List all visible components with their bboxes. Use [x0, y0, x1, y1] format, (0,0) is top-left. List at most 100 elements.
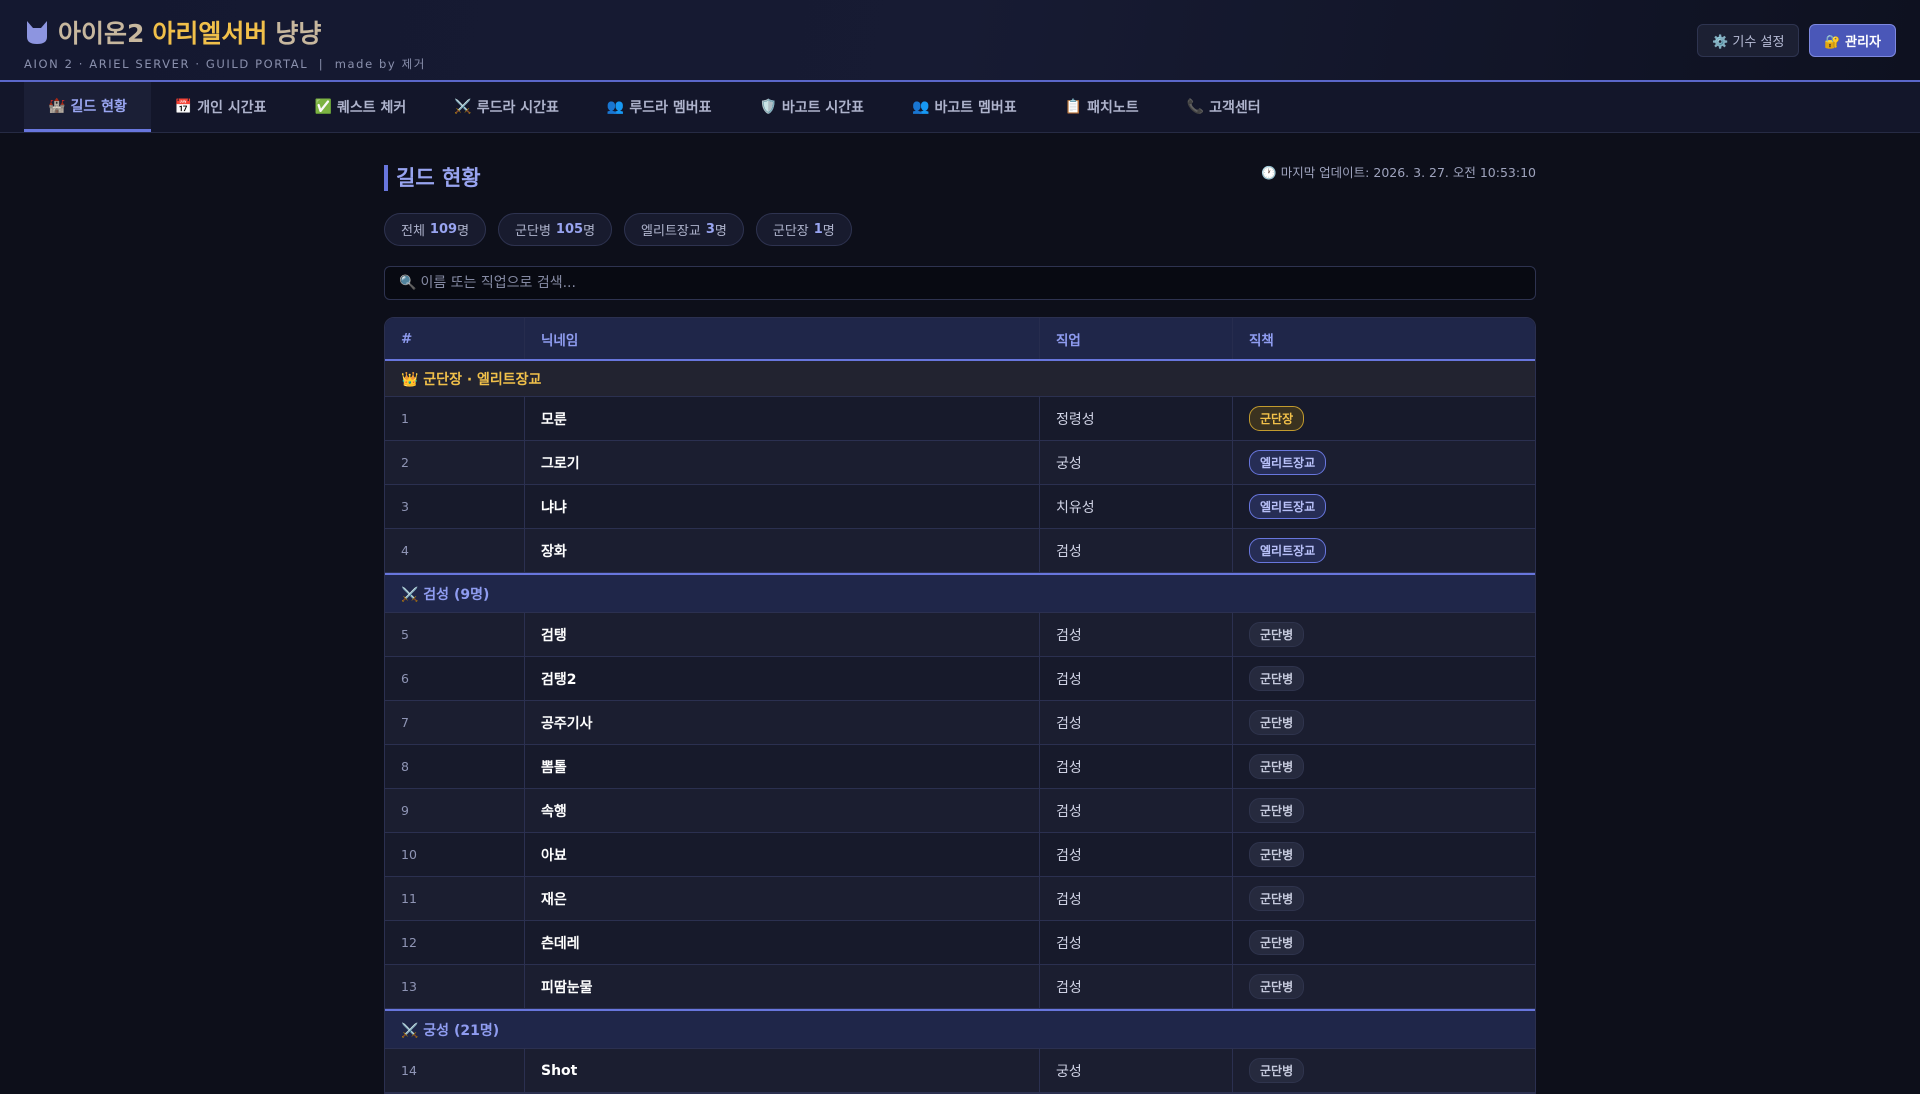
member-role-cell: 군단병	[1233, 657, 1535, 700]
group-header: ⚔️ 검성 (9명)	[385, 573, 1535, 613]
stat-unit: 명	[583, 224, 596, 239]
table-row[interactable]: 13 피땀눈물 검성 군단병	[385, 965, 1535, 1009]
table-row[interactable]: 4 장화 검성 엘리트장교	[385, 529, 1535, 573]
col-class[interactable]: 직업	[1040, 318, 1233, 359]
tab-label: 루드라 멤버표	[629, 100, 712, 116]
table-row[interactable]: 1 모룬 정령성 군단장	[385, 397, 1535, 441]
app-title: 아이온2 아리엘서버 냥냥	[24, 14, 426, 50]
table-row[interactable]: 10 아뵤 검성 군단병	[385, 833, 1535, 877]
member-name: Shot	[525, 1049, 1040, 1092]
row-number: 14	[385, 1049, 525, 1092]
nav-icon: 👥	[606, 99, 625, 115]
role-badge: 군단병	[1249, 1058, 1305, 1083]
table-row[interactable]: 7 공주기사 검성 군단병	[385, 701, 1535, 745]
table-row[interactable]: 5 검탱 검성 군단병	[385, 613, 1535, 657]
member-role-cell: 군단병	[1233, 613, 1535, 656]
stat-pill[interactable]: 전체 109 명	[384, 213, 487, 246]
tab-8[interactable]: 📞 고객센터	[1163, 82, 1285, 132]
row-number: 7	[385, 701, 525, 744]
tab-5[interactable]: 🛡️ 바고트 시간표	[735, 82, 888, 132]
tab-0[interactable]: 🏰 길드 현황	[24, 82, 151, 132]
stat-unit: 명	[457, 224, 470, 239]
table-row[interactable]: 11 재은 검성 군단병	[385, 877, 1535, 921]
nav-icon: 📅	[174, 99, 193, 115]
tab-2[interactable]: ✅ 퀘스트 체커	[291, 82, 431, 132]
row-number: 11	[385, 877, 525, 920]
tab-label: 바고트 멤버표	[934, 100, 1017, 116]
role-badge: 엘리트장교	[1249, 450, 1327, 475]
main-nav: 🏰 길드 현황 📅 개인 시간표 ✅ 퀘스트 체커 ⚔️ 루드라 시간표 👥 루드라 멤버표 🛡️ 바…	[0, 82, 1920, 133]
table-header: # 닉네임 직업 직책	[385, 318, 1535, 361]
tab-3[interactable]: ⚔️ 루드라 시간표	[430, 82, 583, 132]
search-box[interactable]: 🔍	[384, 266, 1536, 300]
page-title: 길드 현황	[384, 165, 481, 191]
stat-pill[interactable]: 군단병 105 명	[498, 213, 613, 246]
tab-7[interactable]: 📋 패치노트	[1041, 82, 1163, 132]
tab-4[interactable]: 👥 루드라 멤버표	[583, 82, 736, 132]
member-class: 궁성	[1040, 441, 1233, 484]
row-number: 9	[385, 789, 525, 832]
member-name: 재은	[525, 877, 1040, 920]
admin-button[interactable]: 🔐 관리자	[1809, 24, 1896, 57]
nav-icon: 📋	[1064, 99, 1083, 115]
table-row[interactable]: 12 츤데레 검성 군단병	[385, 921, 1535, 965]
member-name: 검탱	[525, 613, 1040, 656]
member-class: 검성	[1040, 529, 1233, 572]
member-name: 속행	[525, 789, 1040, 832]
table-row[interactable]: 3 냐냐 치유성 엘리트장교	[385, 485, 1535, 529]
member-name: 공주기사	[525, 701, 1040, 744]
settings-button[interactable]: ⚙️ 기수 설정	[1697, 24, 1800, 57]
role-badge: 군단병	[1249, 622, 1305, 647]
row-number: 4	[385, 529, 525, 572]
search-icon: 🔍	[399, 275, 417, 291]
member-table: # 닉네임 직업 직책 👑 군단장 · 엘리트장교 1 모룬 정령성 군단장 2 그로기 궁성…	[384, 317, 1536, 1094]
stat-pill[interactable]: 군단장 1 명	[755, 213, 852, 246]
role-badge: 엘리트장교	[1249, 494, 1327, 519]
table-row[interactable]: 9 속행 검성 군단병	[385, 789, 1535, 833]
group-header: ⚔️ 궁성 (21명)	[385, 1009, 1535, 1049]
col-role[interactable]: 직책	[1233, 318, 1535, 359]
col-number[interactable]: #	[385, 318, 525, 359]
member-role-cell: 군단병	[1233, 1049, 1535, 1092]
tab-6[interactable]: 👥 바고트 멤버표	[888, 82, 1041, 132]
nav-icon: 📞	[1186, 99, 1205, 115]
search-input[interactable]	[420, 275, 1535, 291]
role-badge: 군단병	[1249, 886, 1305, 911]
member-role-cell: 군단병	[1233, 701, 1535, 744]
member-role-cell: 군단병	[1233, 965, 1535, 1008]
table-row[interactable]: 6 검탱2 검성 군단병	[385, 657, 1535, 701]
tab-label: 루드라 시간표	[476, 100, 559, 116]
member-name: 뽐톨	[525, 745, 1040, 788]
role-badge: 군단병	[1249, 710, 1305, 735]
table-row[interactable]: 8 뽐톨 검성 군단병	[385, 745, 1535, 789]
tab-label: 퀘스트 체커	[337, 100, 407, 116]
row-number: 10	[385, 833, 525, 876]
nav-icon: 🛡️	[759, 99, 777, 115]
table-row[interactable]: 2 그로기 궁성 엘리트장교	[385, 441, 1535, 485]
member-class: 검성	[1040, 613, 1233, 656]
tab-label: 바고트 시간표	[781, 100, 865, 116]
stat-pill[interactable]: 엘리트장교 3 명	[624, 213, 744, 246]
col-nickname[interactable]: 닉네임	[525, 318, 1040, 359]
row-number: 1	[385, 397, 525, 440]
role-badge: 군단병	[1249, 798, 1305, 823]
brand: 아이온2 아리엘서버 냥냥 AION 2 · ARIEL SERVER · GU…	[24, 14, 426, 72]
row-number: 8	[385, 745, 525, 788]
role-badge: 군단병	[1249, 974, 1305, 999]
role-badge: 군단병	[1249, 666, 1305, 691]
stat-value: 109	[429, 222, 458, 237]
tab-label: 길드 현황	[70, 98, 127, 115]
member-name: 검탱2	[525, 657, 1040, 700]
member-class: 검성	[1040, 745, 1233, 788]
tab-label: 고객센터	[1209, 100, 1261, 116]
member-class: 궁성	[1040, 1049, 1233, 1092]
member-class: 정령성	[1040, 397, 1233, 440]
table-row[interactable]: 14 Shot 궁성 군단병	[385, 1049, 1535, 1093]
member-name: 그로기	[525, 441, 1040, 484]
member-class: 검성	[1040, 877, 1233, 920]
tab-1[interactable]: 📅 개인 시간표	[151, 82, 291, 132]
role-badge: 군단장	[1249, 406, 1305, 431]
row-number: 6	[385, 657, 525, 700]
last-updated: 🕐 마지막 업데이트: 2026. 3. 27. 오전 10:53:10	[1261, 165, 1536, 180]
member-role-cell: 군단병	[1233, 745, 1535, 788]
